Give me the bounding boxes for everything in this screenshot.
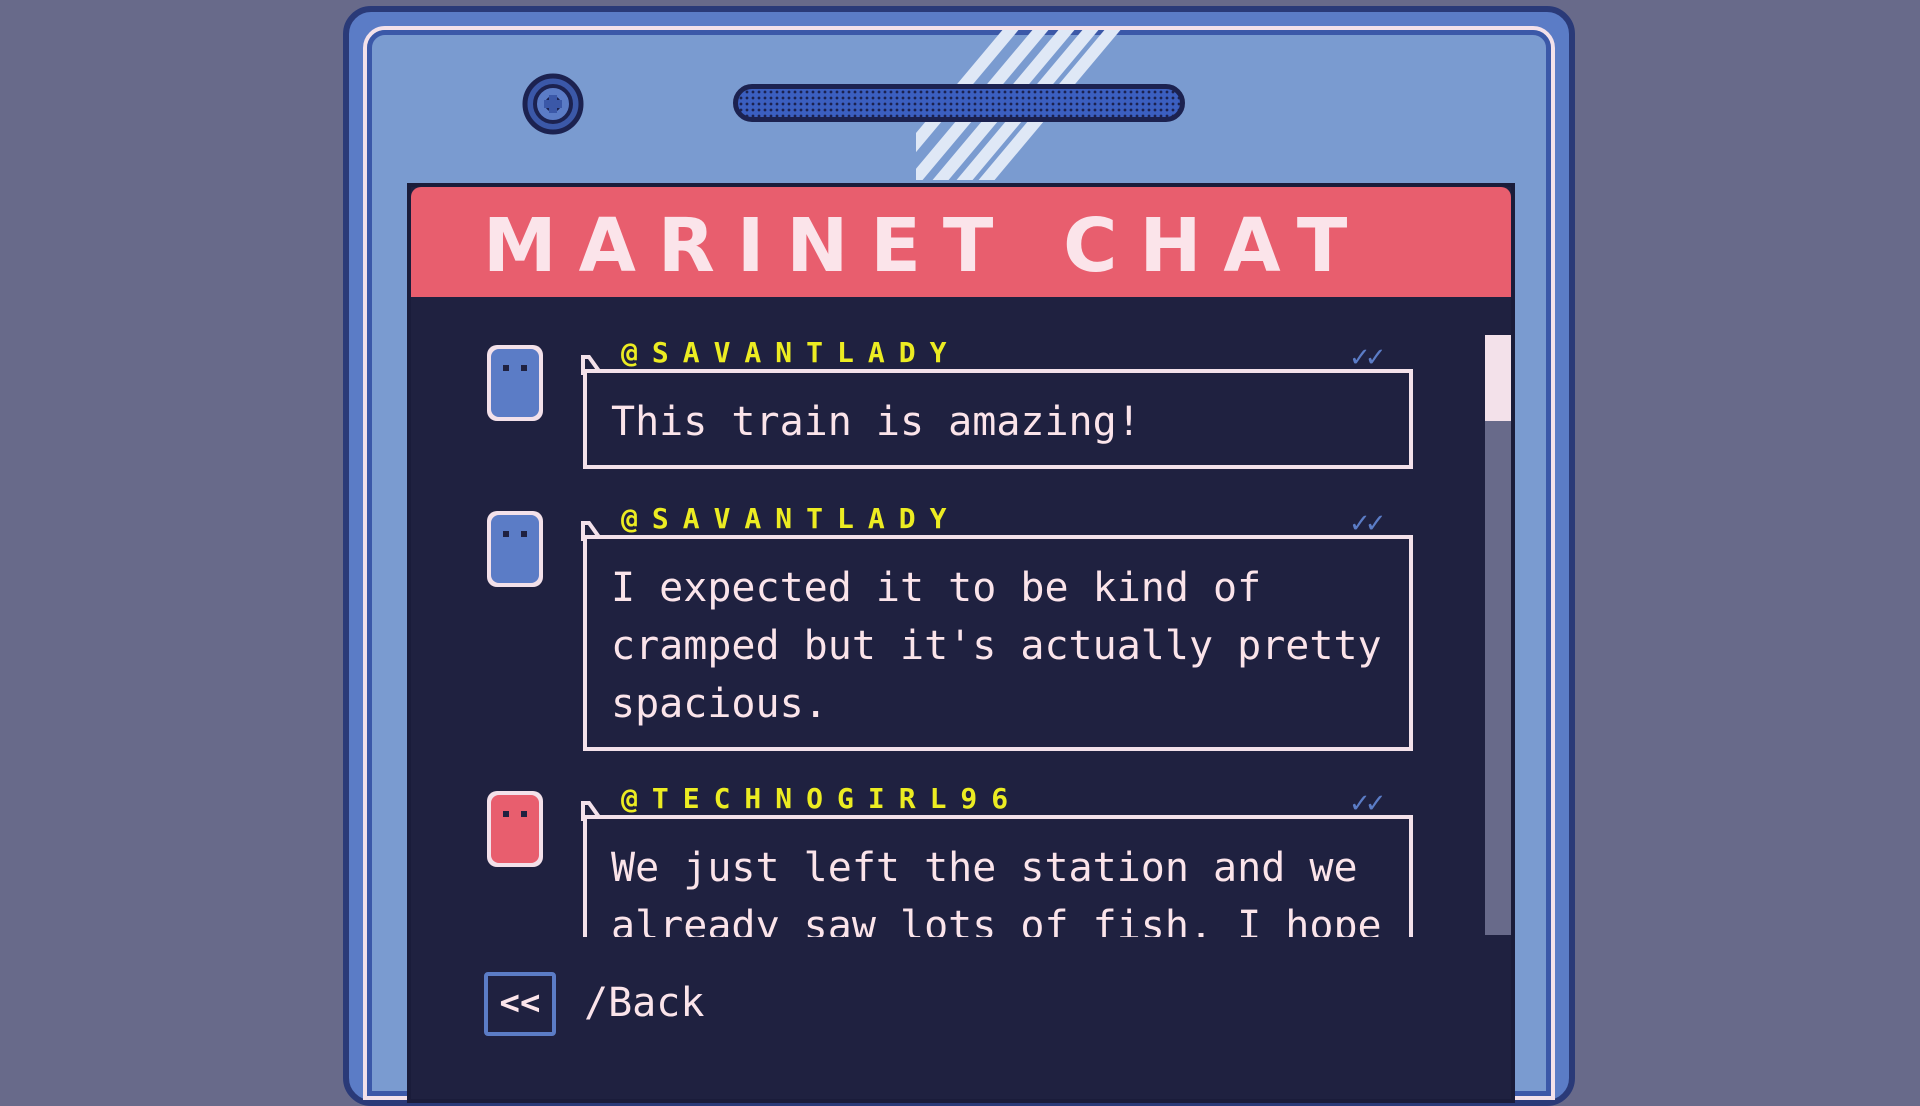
message-text: This train is amazing! [611,399,1141,445]
back-label[interactable]: /Back [584,980,704,1026]
camera-icon [522,73,584,135]
message-list[interactable]: @SAVANTLADY ✓✓ This train is amazing! @S… [411,297,1511,937]
message-text: We just left the station and we already … [611,845,1382,937]
avatar-icon [487,791,543,867]
avatar-icon [487,345,543,421]
scrollbar[interactable] [1485,335,1511,935]
speaker-grille [733,84,1185,122]
message-bubble: This train is amazing! [583,369,1413,469]
message-handle[interactable]: @TECHNOGIRL96 [621,785,1022,813]
message-bubble: I expected it to be kind of cramped but … [583,535,1413,751]
chat-screen: MARINET CHAT @SAVANTLADY ✓✓ This train i… [407,183,1515,1103]
message-text: I expected it to be kind of cramped but … [611,565,1382,727]
scrollbar-thumb[interactable] [1485,335,1511,421]
avatar-icon [487,511,543,587]
app-header: MARINET CHAT [411,187,1511,297]
app-title: MARINET CHAT [483,203,1370,289]
message-bubble: We just left the station and we already … [583,815,1413,937]
back-button[interactable]: << [484,972,556,1036]
message-handle[interactable]: @SAVANTLADY [621,339,960,367]
message-handle[interactable]: @SAVANTLADY [621,505,960,533]
